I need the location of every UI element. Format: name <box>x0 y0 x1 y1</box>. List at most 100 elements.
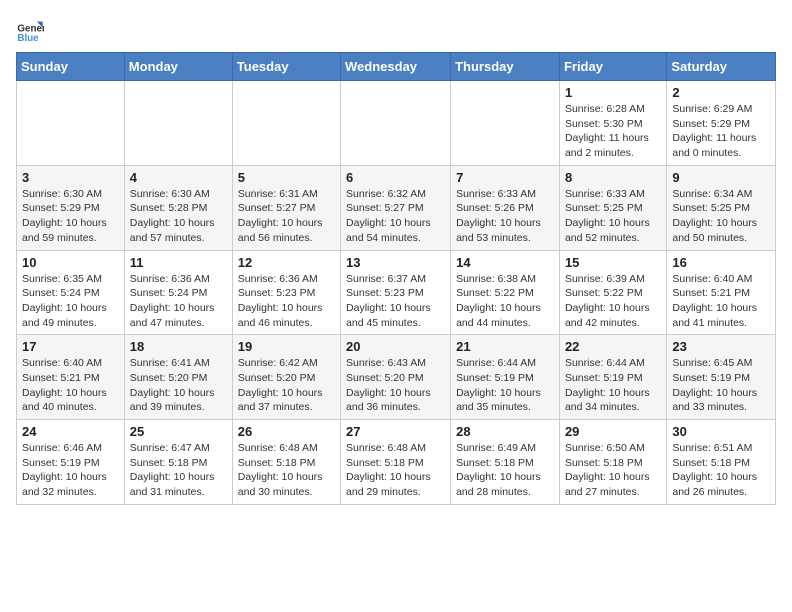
calendar-cell: 2 Sunrise: 6:29 AM Sunset: 5:29 PM Daylig… <box>667 81 776 166</box>
day-info: Sunrise: 6:50 AM Sunset: 5:18 PM Dayligh… <box>565 441 661 500</box>
day-number: 9 <box>672 170 770 185</box>
calendar-cell: 24 Sunrise: 6:46 AM Sunset: 5:19 PM Dayli… <box>17 420 125 505</box>
day-info: Sunrise: 6:42 AM Sunset: 5:20 PM Dayligh… <box>238 356 335 415</box>
day-header-sunday: Sunday <box>17 53 125 81</box>
day-number: 26 <box>238 424 335 439</box>
day-number: 7 <box>456 170 554 185</box>
day-number: 4 <box>130 170 227 185</box>
day-info: Sunrise: 6:43 AM Sunset: 5:20 PM Dayligh… <box>346 356 445 415</box>
day-number: 23 <box>672 339 770 354</box>
calendar-cell: 29 Sunrise: 6:50 AM Sunset: 5:18 PM Dayli… <box>559 420 666 505</box>
day-number: 29 <box>565 424 661 439</box>
day-info: Sunrise: 6:40 AM Sunset: 5:21 PM Dayligh… <box>672 272 770 331</box>
calendar-cell: 28Sunrise: 6:49 AM Sunset: 5:18 PM Dayli… <box>451 420 560 505</box>
calendar-cell: 16Sunrise: 6:40 AM Sunset: 5:21 PM Dayli… <box>667 250 776 335</box>
day-number: 3 <box>22 170 119 185</box>
calendar-cell <box>232 81 340 166</box>
day-info: Sunrise: 6:35 AM Sunset: 5:24 PM Dayligh… <box>22 272 119 331</box>
day-info: Sunrise: 6:33 AM Sunset: 5:26 PM Dayligh… <box>456 187 554 246</box>
day-number: 28 <box>456 424 554 439</box>
day-number: 21 <box>456 339 554 354</box>
calendar-cell <box>451 81 560 166</box>
day-info: Sunrise: 6:44 AM Sunset: 5:19 PM Dayligh… <box>565 356 661 415</box>
day-info: Sunrise: 6:37 AM Sunset: 5:23 PM Dayligh… <box>346 272 445 331</box>
calendar-cell: 19 Sunrise: 6:42 AM Sunset: 5:20 PM Dayli… <box>232 335 340 420</box>
calendar-cell: 25 Sunrise: 6:47 AM Sunset: 5:18 PM Dayli… <box>124 420 232 505</box>
day-info: Sunrise: 6:30 AM Sunset: 5:29 PM Dayligh… <box>22 187 119 246</box>
day-number: 1 <box>565 85 661 100</box>
calendar-cell: 27 Sunrise: 6:48 AM Sunset: 5:18 PM Dayli… <box>341 420 451 505</box>
header: General Blue <box>16 16 776 44</box>
svg-text:Blue: Blue <box>17 33 39 44</box>
calendar-cell: 5 Sunrise: 6:31 AM Sunset: 5:27 PM Daylig… <box>232 165 340 250</box>
calendar-cell <box>341 81 451 166</box>
day-info: Sunrise: 6:36 AM Sunset: 5:23 PM Dayligh… <box>238 272 335 331</box>
day-info: Sunrise: 6:32 AM Sunset: 5:27 PM Dayligh… <box>346 187 445 246</box>
day-info: Sunrise: 6:34 AM Sunset: 5:25 PM Dayligh… <box>672 187 770 246</box>
calendar-cell: 20 Sunrise: 6:43 AM Sunset: 5:20 PM Dayli… <box>341 335 451 420</box>
calendar-cell: 12 Sunrise: 6:36 AM Sunset: 5:23 PM Dayli… <box>232 250 340 335</box>
day-header-wednesday: Wednesday <box>341 53 451 81</box>
day-number: 15 <box>565 255 661 270</box>
day-info: Sunrise: 6:31 AM Sunset: 5:27 PM Dayligh… <box>238 187 335 246</box>
day-info: Sunrise: 6:33 AM Sunset: 5:25 PM Dayligh… <box>565 187 661 246</box>
calendar-cell: 15 Sunrise: 6:39 AM Sunset: 5:22 PM Dayli… <box>559 250 666 335</box>
calendar-cell: 14 Sunrise: 6:38 AM Sunset: 5:22 PM Dayli… <box>451 250 560 335</box>
calendar-cell: 10 Sunrise: 6:35 AM Sunset: 5:24 PM Dayli… <box>17 250 125 335</box>
day-info: Sunrise: 6:39 AM Sunset: 5:22 PM Dayligh… <box>565 272 661 331</box>
calendar-cell: 3 Sunrise: 6:30 AM Sunset: 5:29 PM Daylig… <box>17 165 125 250</box>
day-number: 25 <box>130 424 227 439</box>
day-info: Sunrise: 6:30 AM Sunset: 5:28 PM Dayligh… <box>130 187 227 246</box>
day-header-thursday: Thursday <box>451 53 560 81</box>
calendar-cell: 26 Sunrise: 6:48 AM Sunset: 5:18 PM Dayli… <box>232 420 340 505</box>
day-info: Sunrise: 6:47 AM Sunset: 5:18 PM Dayligh… <box>130 441 227 500</box>
day-number: 30 <box>672 424 770 439</box>
day-number: 24 <box>22 424 119 439</box>
calendar-cell: 8Sunrise: 6:33 AM Sunset: 5:25 PM Daylig… <box>559 165 666 250</box>
day-info: Sunrise: 6:48 AM Sunset: 5:18 PM Dayligh… <box>238 441 335 500</box>
day-number: 5 <box>238 170 335 185</box>
day-number: 11 <box>130 255 227 270</box>
day-number: 27 <box>346 424 445 439</box>
calendar-cell: 9 Sunrise: 6:34 AM Sunset: 5:25 PM Daylig… <box>667 165 776 250</box>
day-info: Sunrise: 6:40 AM Sunset: 5:21 PM Dayligh… <box>22 356 119 415</box>
day-number: 20 <box>346 339 445 354</box>
calendar-cell: 23 Sunrise: 6:45 AM Sunset: 5:19 PM Dayli… <box>667 335 776 420</box>
day-info: Sunrise: 6:38 AM Sunset: 5:22 PM Dayligh… <box>456 272 554 331</box>
calendar-cell: 4 Sunrise: 6:30 AM Sunset: 5:28 PM Daylig… <box>124 165 232 250</box>
calendar-cell: 17 Sunrise: 6:40 AM Sunset: 5:21 PM Dayli… <box>17 335 125 420</box>
day-info: Sunrise: 6:29 AM Sunset: 5:29 PM Dayligh… <box>672 102 770 161</box>
calendar-cell <box>17 81 125 166</box>
day-number: 6 <box>346 170 445 185</box>
day-number: 12 <box>238 255 335 270</box>
calendar-cell: 1 Sunrise: 6:28 AM Sunset: 5:30 PM Daylig… <box>559 81 666 166</box>
day-info: Sunrise: 6:28 AM Sunset: 5:30 PM Dayligh… <box>565 102 661 161</box>
calendar-cell <box>124 81 232 166</box>
day-number: 10 <box>22 255 119 270</box>
calendar-cell: 18 Sunrise: 6:41 AM Sunset: 5:20 PM Dayli… <box>124 335 232 420</box>
day-info: Sunrise: 6:46 AM Sunset: 5:19 PM Dayligh… <box>22 441 119 500</box>
day-number: 22 <box>565 339 661 354</box>
day-header-friday: Friday <box>559 53 666 81</box>
calendar-table: SundayMondayTuesdayWednesdayThursdayFrid… <box>16 52 776 505</box>
day-number: 17 <box>22 339 119 354</box>
day-header-saturday: Saturday <box>667 53 776 81</box>
calendar-cell: 7 Sunrise: 6:33 AM Sunset: 5:26 PM Daylig… <box>451 165 560 250</box>
calendar-cell: 21 Sunrise: 6:44 AM Sunset: 5:19 PM Dayli… <box>451 335 560 420</box>
day-info: Sunrise: 6:45 AM Sunset: 5:19 PM Dayligh… <box>672 356 770 415</box>
day-info: Sunrise: 6:41 AM Sunset: 5:20 PM Dayligh… <box>130 356 227 415</box>
calendar-cell: 11 Sunrise: 6:36 AM Sunset: 5:24 PM Dayli… <box>124 250 232 335</box>
day-info: Sunrise: 6:44 AM Sunset: 5:19 PM Dayligh… <box>456 356 554 415</box>
day-number: 14 <box>456 255 554 270</box>
day-number: 18 <box>130 339 227 354</box>
logo: General Blue <box>16 16 48 44</box>
day-info: Sunrise: 6:36 AM Sunset: 5:24 PM Dayligh… <box>130 272 227 331</box>
day-header-tuesday: Tuesday <box>232 53 340 81</box>
day-info: Sunrise: 6:51 AM Sunset: 5:18 PM Dayligh… <box>672 441 770 500</box>
calendar-cell: 6 Sunrise: 6:32 AM Sunset: 5:27 PM Daylig… <box>341 165 451 250</box>
day-info: Sunrise: 6:48 AM Sunset: 5:18 PM Dayligh… <box>346 441 445 500</box>
day-number: 19 <box>238 339 335 354</box>
calendar-cell: 13Sunrise: 6:37 AM Sunset: 5:23 PM Dayli… <box>341 250 451 335</box>
day-number: 2 <box>672 85 770 100</box>
logo-icon: General Blue <box>16 16 44 44</box>
